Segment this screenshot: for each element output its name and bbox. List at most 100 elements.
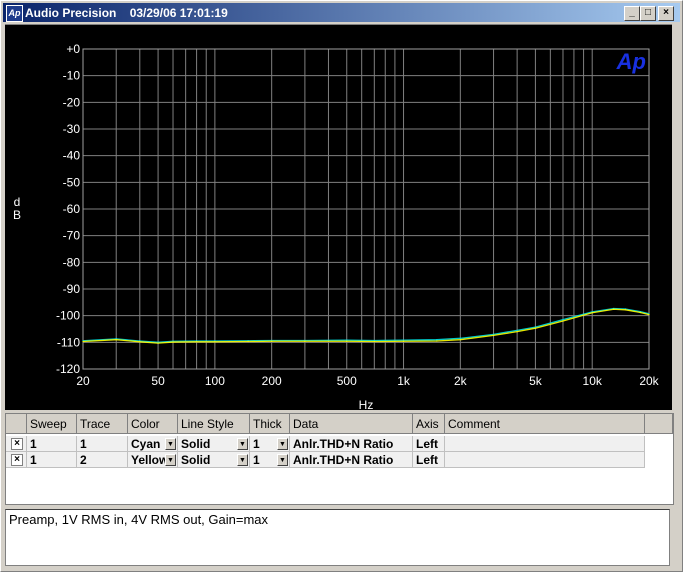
series-point-2 <box>613 308 615 310</box>
y-tick-label: -60 <box>63 202 81 216</box>
color-value: Cyan <box>131 437 161 451</box>
thick-select[interactable]: 1 ▼ <box>250 436 290 452</box>
series-point-2 <box>214 341 216 343</box>
x-tick-label: 100 <box>205 374 225 388</box>
line-style-value: Solid <box>181 437 211 451</box>
row-check-cell: × <box>6 436 27 452</box>
cell-axis[interactable]: Left <box>413 452 445 468</box>
header-trace[interactable]: Trace <box>77 414 128 434</box>
y-tick-label: -50 <box>63 175 81 189</box>
cell-trace[interactable]: 2 <box>77 452 128 468</box>
header-line-style[interactable]: Line Style <box>178 414 250 434</box>
y-tick-label: -10 <box>63 69 81 83</box>
thick-value: 1 <box>253 453 260 467</box>
y-tick-label: -100 <box>56 309 80 323</box>
cell-sweep[interactable]: 1 <box>27 452 77 468</box>
series-point-2 <box>639 311 641 314</box>
chevron-down-icon[interactable]: ▼ <box>165 438 176 450</box>
y-tick-label: -20 <box>63 95 81 109</box>
maximize-button[interactable]: □ <box>640 6 656 21</box>
series-point-2 <box>534 327 537 329</box>
series-point-2 <box>459 339 461 341</box>
app-name: Audio Precision <box>25 6 117 20</box>
header-comment[interactable]: Comment <box>445 414 645 434</box>
series-point-2 <box>115 339 117 341</box>
y-tick-label: -110 <box>57 335 80 349</box>
x-axis-label: Hz <box>359 398 374 410</box>
line-style-value: Solid <box>181 453 211 467</box>
chevron-down-icon[interactable]: ▼ <box>237 454 248 466</box>
x-tick-label: 500 <box>337 374 357 388</box>
series-point-2 <box>157 342 159 344</box>
x-tick-label: 5k <box>529 374 543 388</box>
x-tick-label: 1k <box>397 374 411 388</box>
series-point-2 <box>271 340 273 342</box>
chevron-down-icon[interactable]: ▼ <box>165 454 176 466</box>
cell-comment[interactable] <box>445 436 645 452</box>
series-point-2 <box>346 340 348 342</box>
chevron-down-icon[interactable]: ▼ <box>277 438 288 450</box>
series-line-1 <box>82 307 650 343</box>
cell-comment[interactable] <box>445 452 645 468</box>
series-point-2 <box>624 309 627 311</box>
header-color[interactable]: Color <box>128 414 178 434</box>
series-line-2 <box>82 308 650 344</box>
series-point-2 <box>648 314 650 316</box>
minimize-button[interactable]: _ <box>624 6 640 21</box>
timestamp: 03/29/06 17:01:19 <box>129 6 228 20</box>
ap-logo: Ap <box>616 49 646 74</box>
title-bar[interactable]: Ap Audio Precision 03/29/06 17:01:19 _ □… <box>3 3 680 22</box>
y-tick-label: -40 <box>63 149 81 163</box>
app-window: Ap Audio Precision 03/29/06 17:01:19 _ □… <box>0 0 683 572</box>
y-axis-label: B <box>13 208 21 222</box>
x-tick-label: 2k <box>454 374 468 388</box>
y-tick-label: -80 <box>63 255 81 269</box>
series-point-1 <box>516 329 518 331</box>
cell-data[interactable]: Anlr.THD+N Ratio <box>290 436 413 452</box>
close-button[interactable]: × <box>658 6 674 21</box>
line-style-select[interactable]: Solid ▼ <box>178 452 250 468</box>
x-tick-label: 50 <box>151 374 165 388</box>
series-point-2 <box>247 340 249 343</box>
series-point-1 <box>436 339 438 341</box>
header-axis[interactable]: Axis <box>413 414 445 434</box>
thick-value: 1 <box>253 437 260 451</box>
line-style-select[interactable]: Solid ▼ <box>178 436 250 452</box>
thick-select[interactable]: 1 ▼ <box>250 452 290 468</box>
header-data[interactable]: Data <box>290 414 413 434</box>
series-point-2 <box>436 340 438 342</box>
y-tick-label: -30 <box>63 122 81 136</box>
header-sweep[interactable]: Sweep <box>27 414 77 434</box>
cell-sweep[interactable]: 1 <box>27 436 77 452</box>
x-tick-label: 20k <box>639 374 659 388</box>
series-point-2 <box>516 331 518 333</box>
trace-checkbox[interactable]: × <box>11 454 23 466</box>
color-select[interactable]: Cyan ▼ <box>128 436 178 452</box>
series-point-2 <box>373 340 375 343</box>
cell-trace[interactable]: 1 <box>77 436 128 452</box>
series-point-2 <box>195 341 198 343</box>
series-point-2 <box>172 341 174 343</box>
chevron-down-icon[interactable]: ▼ <box>277 454 288 466</box>
series-point-2 <box>591 312 593 314</box>
series-point-1 <box>562 319 564 321</box>
trace-checkbox[interactable]: × <box>11 438 23 450</box>
header-filler <box>645 414 673 434</box>
graph-panel[interactable]: +0 -10 -20 -30 -40 -50 -60 -70 -80 -90 -100 -110 -12… <box>5 24 672 410</box>
y-tick-label: -70 <box>63 229 81 243</box>
header-thick[interactable]: Thick <box>250 414 290 434</box>
y-axis-label: d <box>14 195 21 209</box>
window-title: Audio Precision 03/29/06 17:01:19 <box>25 6 228 20</box>
header-corner <box>6 414 27 434</box>
color-select[interactable]: Yellow ▼ <box>128 452 178 468</box>
comment-box[interactable]: Preamp, 1V RMS in, 4V RMS out, Gain=max <box>5 509 670 566</box>
cell-data[interactable]: Anlr.THD+N Ratio <box>290 452 413 468</box>
cell-axis[interactable]: Left <box>413 436 445 452</box>
x-tick-label: 20 <box>76 374 90 388</box>
trace-table[interactable]: Sweep Trace Color Line Style Thick Data … <box>5 413 674 505</box>
row-check-cell: × <box>6 452 27 468</box>
thd-chart: +0-10-20-30-40-50-60-70-80-90-100-110-12… <box>13 42 660 410</box>
app-icon[interactable]: Ap <box>6 5 23 22</box>
series-point-2 <box>562 320 564 322</box>
chevron-down-icon[interactable]: ▼ <box>237 438 248 450</box>
